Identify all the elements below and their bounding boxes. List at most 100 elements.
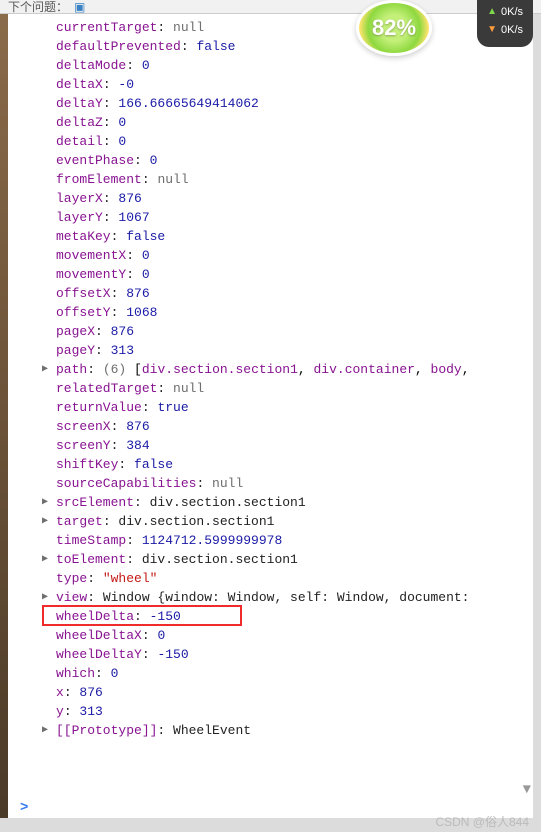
- colon-separator: :: [87, 590, 103, 605]
- property-row[interactable]: ▶view: Window {window: Window, self: Win…: [56, 588, 533, 607]
- property-value: 313: [111, 343, 134, 358]
- colon-separator: :: [103, 77, 119, 92]
- property-key: offsetY: [56, 305, 111, 320]
- property-row[interactable]: ▶target: div.section.section1: [56, 512, 533, 531]
- property-row: eventPhase: 0: [56, 151, 533, 170]
- property-key: type: [56, 571, 87, 586]
- property-key: offsetX: [56, 286, 111, 301]
- console-prompt[interactable]: >: [20, 800, 28, 816]
- colon-separator: :: [142, 628, 158, 643]
- property-key: view: [56, 590, 87, 605]
- property-key: deltaZ: [56, 115, 103, 130]
- property-key: movementX: [56, 248, 126, 263]
- colon-separator: :: [134, 153, 150, 168]
- colon-separator: :: [64, 704, 80, 719]
- property-row: sourceCapabilities: null: [56, 474, 533, 493]
- property-value: -150: [150, 609, 181, 624]
- property-key: currentTarget: [56, 20, 157, 35]
- left-decor-strip: [0, 14, 8, 818]
- colon-separator: :: [157, 20, 173, 35]
- colon-separator: :: [103, 514, 119, 529]
- property-key: relatedTarget: [56, 381, 157, 396]
- property-key: wheelDelta: [56, 609, 134, 624]
- property-row[interactable]: ▶path: (6) [div.section.section1, div.co…: [56, 360, 533, 379]
- colon-separator: :: [111, 229, 127, 244]
- property-value: null: [173, 20, 204, 35]
- colon-separator: :: [103, 210, 119, 225]
- property-key: toElement: [56, 552, 126, 567]
- property-row: x: 876: [56, 683, 533, 702]
- expander-triangle-icon[interactable]: ▶: [42, 493, 48, 512]
- array-element[interactable]: body: [431, 362, 462, 377]
- property-row: which: 0: [56, 664, 533, 683]
- network-speed-widget: ▲ 0K/s ▼ 0K/s: [477, 0, 533, 47]
- property-row: deltaY: 166.66665649414062: [56, 94, 533, 113]
- property-row[interactable]: ▶srcElement: div.section.section1: [56, 493, 533, 512]
- colon-separator: :: [142, 400, 158, 415]
- expander-triangle-icon[interactable]: ▶: [42, 550, 48, 569]
- property-key: srcElement: [56, 495, 134, 510]
- colon-separator: :: [142, 172, 158, 187]
- property-value: "wheel": [103, 571, 158, 586]
- property-key: shiftKey: [56, 457, 118, 472]
- property-value: 1124712.5999999978: [142, 533, 282, 548]
- property-row: wheelDelta: -150: [56, 607, 533, 626]
- property-key: y: [56, 704, 64, 719]
- colon-separator: :: [126, 267, 142, 282]
- property-key: wheelDeltaY: [56, 647, 142, 662]
- property-row: layerY: 1067: [56, 208, 533, 227]
- colon-separator: :: [142, 647, 158, 662]
- colon-separator: :: [111, 286, 127, 301]
- expander-triangle-icon[interactable]: ▶: [42, 512, 48, 531]
- download-arrow-icon: ▼: [487, 21, 497, 39]
- expander-triangle-icon[interactable]: ▶: [42, 360, 48, 379]
- devtools-console-panel: currentTarget: nulldefaultPrevented: fal…: [8, 14, 533, 818]
- property-value: -0: [118, 77, 134, 92]
- property-key: timeStamp: [56, 533, 126, 548]
- colon-separator: :: [103, 115, 119, 130]
- property-row: wheelDeltaY: -150: [56, 645, 533, 664]
- property-key: [[Prototype]]: [56, 723, 157, 738]
- property-row[interactable]: ▶[[Prototype]]: WheelEvent: [56, 721, 533, 740]
- property-value: false: [126, 229, 165, 244]
- colon-separator: :: [126, 248, 142, 263]
- colon-separator: :: [118, 457, 134, 472]
- property-value: 166.66665649414062: [118, 96, 258, 111]
- expander-triangle-icon[interactable]: ▶: [42, 588, 48, 607]
- array-element[interactable]: div.container: [314, 362, 415, 377]
- expander-triangle-icon[interactable]: ▶: [42, 721, 48, 740]
- property-value: WheelEvent: [173, 723, 251, 738]
- property-value: 0: [142, 248, 150, 263]
- property-row: movementY: 0: [56, 265, 533, 284]
- array-element[interactable]: div.section.section1: [142, 362, 298, 377]
- property-key: pageY: [56, 343, 95, 358]
- property-value: 0: [118, 115, 126, 130]
- property-value: null: [173, 381, 204, 396]
- colon-separator: :: [111, 305, 127, 320]
- colon-separator: :: [181, 39, 197, 54]
- property-row: currentTarget: null: [56, 18, 533, 37]
- property-value: false: [134, 457, 173, 472]
- property-key: deltaX: [56, 77, 103, 92]
- property-row: wheelDeltaX: 0: [56, 626, 533, 645]
- property-value: -150: [157, 647, 188, 662]
- colon-separator: :: [95, 324, 111, 339]
- property-key: screenY: [56, 438, 111, 453]
- colon-separator: :: [111, 419, 127, 434]
- property-row: offsetY: 1068: [56, 303, 533, 322]
- property-key: deltaY: [56, 96, 103, 111]
- property-key: path: [56, 362, 87, 377]
- colon-separator: :: [87, 362, 103, 377]
- property-row: movementX: 0: [56, 246, 533, 265]
- property-key: movementY: [56, 267, 126, 282]
- chevron-down-icon[interactable]: ▼: [523, 782, 531, 798]
- property-row: detail: 0: [56, 132, 533, 151]
- property-key: screenX: [56, 419, 111, 434]
- property-row: y: 313: [56, 702, 533, 721]
- toolbar-label: 下个问题：: [8, 0, 68, 14]
- colon-separator: :: [111, 438, 127, 453]
- property-row: screenY: 384: [56, 436, 533, 455]
- colon-separator: :: [134, 495, 150, 510]
- property-row[interactable]: ▶toElement: div.section.section1: [56, 550, 533, 569]
- property-value: 0: [118, 134, 126, 149]
